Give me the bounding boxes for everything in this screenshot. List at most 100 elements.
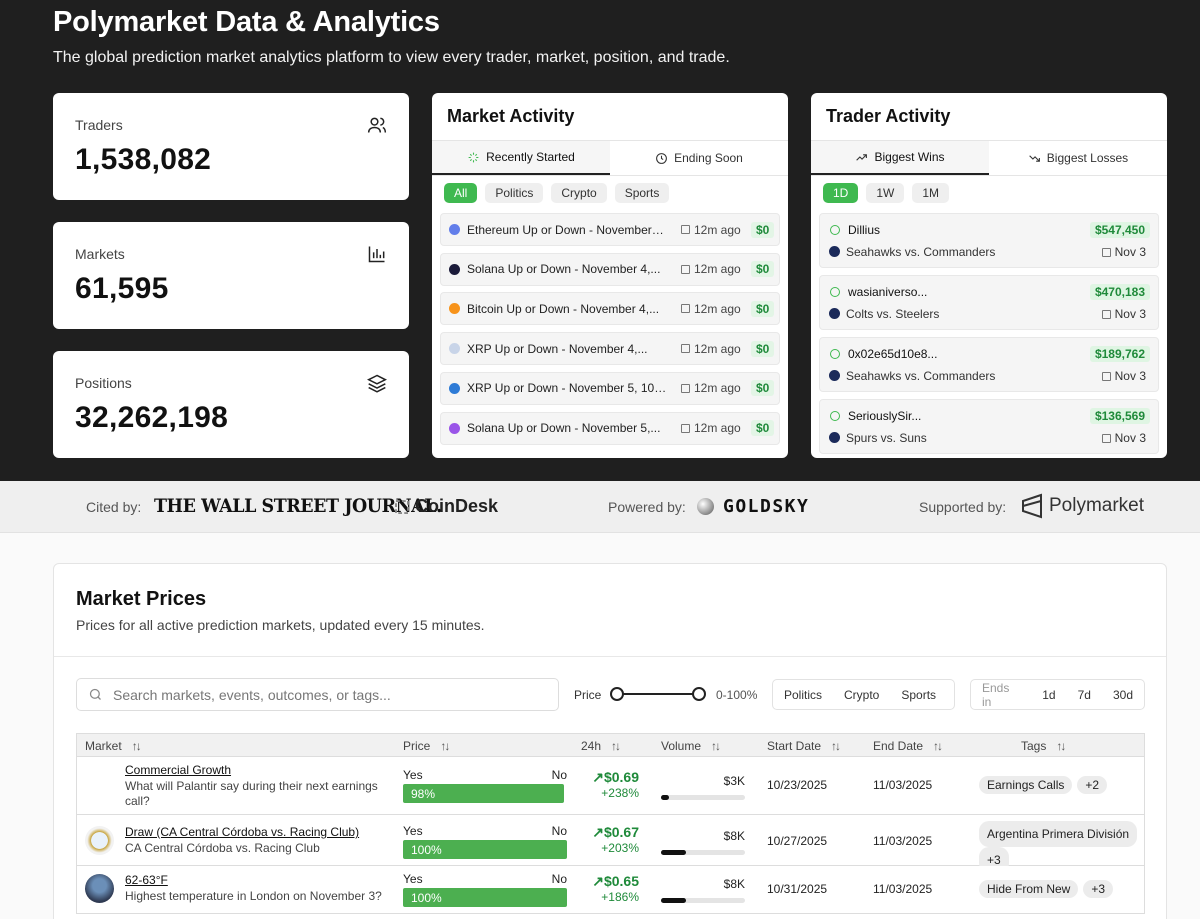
column-header-tags[interactable]: Tags ↑↓ xyxy=(1021,739,1066,753)
team-logo-icon xyxy=(829,432,840,443)
market-activity-row[interactable]: Solana Up or Down - November 4,... 12m ag… xyxy=(440,252,780,286)
tag-chip[interactable]: Earnings Calls xyxy=(979,776,1073,794)
slider-max-handle[interactable] xyxy=(692,687,706,701)
range-1w[interactable]: 1W xyxy=(866,183,905,203)
team-logo-icon xyxy=(829,370,840,381)
market-title: Ethereum Up or Down - November 4... xyxy=(467,222,667,237)
trader-avatar-icon xyxy=(830,287,840,297)
table-row[interactable]: Commercial Growth What will Palantir say… xyxy=(76,757,1145,815)
price-value: ↗$0.65 xyxy=(592,873,639,889)
market-title-link[interactable]: Commercial Growth xyxy=(125,763,231,777)
market-question: Highest temperature in London on Novembe… xyxy=(125,889,382,903)
price-value: ↗$0.67 xyxy=(592,824,639,840)
supported-by-label: Supported by: xyxy=(919,499,1007,515)
calendar-icon xyxy=(681,225,690,234)
event-date: Nov 3 xyxy=(1101,431,1146,445)
tab-biggest-wins[interactable]: Biggest Wins xyxy=(811,141,989,175)
win-amount-badge: $470,183 xyxy=(1089,284,1150,300)
goldsky-logo[interactable]: GOLDSKY xyxy=(697,496,809,517)
volume-badge: $0 xyxy=(751,261,775,278)
ends-1d[interactable]: 1d xyxy=(1031,688,1066,702)
table-row[interactable]: Draw (CA Central Córdoba vs. Racing Club… xyxy=(76,815,1145,873)
range-1d[interactable]: 1D xyxy=(823,183,859,203)
calendar-icon xyxy=(681,304,690,314)
volume-bar xyxy=(661,898,745,903)
category-sports[interactable]: Sports xyxy=(890,688,947,702)
column-header-market[interactable]: Market ↑↓ xyxy=(85,739,142,753)
column-header-end-date[interactable]: End Date ↑↓ xyxy=(873,739,943,753)
column-header-price[interactable]: Price ↑↓ xyxy=(403,739,450,753)
tab-recently-started[interactable]: Recently Started xyxy=(432,141,610,175)
ends-in-filter: Ends in 1d 7d 30d xyxy=(970,679,1145,710)
search-input[interactable]: Search markets, events, outcomes, or tag… xyxy=(76,678,559,711)
users-icon xyxy=(367,117,387,133)
filter-crypto[interactable]: Crypto xyxy=(551,183,607,203)
trader-avatar-icon xyxy=(830,349,840,359)
trader-activity-row[interactable]: SeriouslySir... $136,569 Spurs vs. Suns Nov… xyxy=(819,399,1159,454)
polymarket-logo[interactable]: Polymarket xyxy=(1020,493,1144,519)
trending-down-icon xyxy=(1029,154,1040,162)
coindesk-logo[interactable]: CoinDesk xyxy=(393,496,498,517)
market-prices-table: Market ↑↓ Price ↑↓ 24h ↑↓ Volume ↑↓ Start Da… xyxy=(76,733,1145,914)
tab-ending-soon[interactable]: Ending Soon xyxy=(610,141,788,175)
column-header-volume[interactable]: Volume ↑↓ xyxy=(661,739,721,753)
market-activity-row[interactable]: XRP Up or Down - November 5, 10P... 12m a… xyxy=(440,371,780,405)
event-date: Nov 3 xyxy=(1101,369,1146,383)
category-crypto[interactable]: Crypto xyxy=(833,688,890,702)
price-change-24h: ↗$0.69 +238% xyxy=(577,769,639,800)
tag-more-chip[interactable]: +3 xyxy=(1083,880,1114,898)
column-header-start-date[interactable]: Start Date ↑↓ xyxy=(767,739,841,753)
table-row[interactable]: 62-63°F Highest temperature in London on… xyxy=(76,866,1145,914)
market-title-link[interactable]: 62-63°F xyxy=(125,873,168,887)
category-politics[interactable]: Politics xyxy=(773,688,833,702)
yes-no-labels: Yes No xyxy=(403,872,567,886)
filter-sports[interactable]: Sports xyxy=(614,183,670,203)
market-activity-row[interactable]: Solana Up or Down - November 5,... 12m ag… xyxy=(440,411,780,445)
panel-title: Market Activity xyxy=(447,106,575,126)
volume-cell: $8K xyxy=(661,829,745,855)
tab-biggest-losses[interactable]: Biggest Losses xyxy=(989,141,1167,175)
started-time: 12m ago xyxy=(681,302,743,316)
market-activity-row[interactable]: Bitcoin Up or Down - November 4,... 12m a… xyxy=(440,292,780,326)
market-title: Solana Up or Down - November 5,... xyxy=(467,421,661,435)
stat-card-traders[interactable]: Traders 1,538,082 xyxy=(53,93,409,200)
ends-7d[interactable]: 7d xyxy=(1067,688,1102,702)
search-placeholder: Search markets, events, outcomes, or tag… xyxy=(113,686,391,703)
filter-politics[interactable]: Politics xyxy=(485,183,544,203)
market-activity-panel: Market Activity Recently Started Ending … xyxy=(432,93,788,458)
search-icon xyxy=(89,688,101,700)
stat-label: Traders xyxy=(75,117,123,133)
trader-activity-row[interactable]: wasianiverso... $470,183 Colts vs. Steeler… xyxy=(819,275,1159,330)
calendar-icon xyxy=(1101,247,1111,257)
range-1m[interactable]: 1M xyxy=(912,183,950,203)
cited-by-label: Cited by: xyxy=(86,499,142,515)
volume-bar xyxy=(661,850,745,855)
ends-30d[interactable]: 30d xyxy=(1102,688,1144,702)
change-percent: +186% xyxy=(601,890,639,904)
tag-more-chip[interactable]: +2 xyxy=(1077,776,1108,794)
market-title-link[interactable]: Draw (CA Central Córdoba vs. Racing Club… xyxy=(125,825,359,839)
powered-by-label: Powered by: xyxy=(608,499,686,515)
market-title: XRP Up or Down - November 4,... xyxy=(467,341,648,356)
tag-chip[interactable]: Hide From New xyxy=(979,880,1079,898)
stat-card-positions[interactable]: Positions 32,262,198 xyxy=(53,351,409,458)
trader-avatar-icon xyxy=(830,411,840,421)
volume-cell: $3K xyxy=(661,774,745,800)
start-date: 10/23/2025 xyxy=(767,778,828,792)
trader-activity-row[interactable]: 0x02e65d10e8... $189,762 Seahawks vs. Comm… xyxy=(819,337,1159,392)
sponsor-bar: Cited by: THE WALL STREET JOURNAL. CoinD… xyxy=(0,481,1200,533)
column-header-24h[interactable]: 24h ↑↓ xyxy=(581,739,621,753)
trader-name: 0x02e65d10e8... xyxy=(848,347,938,361)
calendar-icon xyxy=(681,264,690,274)
trader-activity-row[interactable]: Dillius $547,450 Seahawks vs. Commanders No… xyxy=(819,213,1159,268)
slider-min-handle[interactable] xyxy=(610,687,624,701)
stat-card-markets[interactable]: Markets 61,595 xyxy=(53,222,409,329)
calendar-icon xyxy=(1101,433,1111,443)
filter-all[interactable]: All xyxy=(444,183,478,203)
market-activity-row[interactable]: XRP Up or Down - November 4,... 12m ago $0 xyxy=(440,332,780,366)
market-activity-row[interactable]: Ethereum Up or Down - November 4... 12m a… xyxy=(440,213,780,246)
tag-chip[interactable]: Argentina Primera División xyxy=(979,821,1138,847)
price-range-slider[interactable] xyxy=(610,686,706,702)
team-logo-icon xyxy=(829,308,840,319)
volume-value: $3K xyxy=(723,774,745,788)
